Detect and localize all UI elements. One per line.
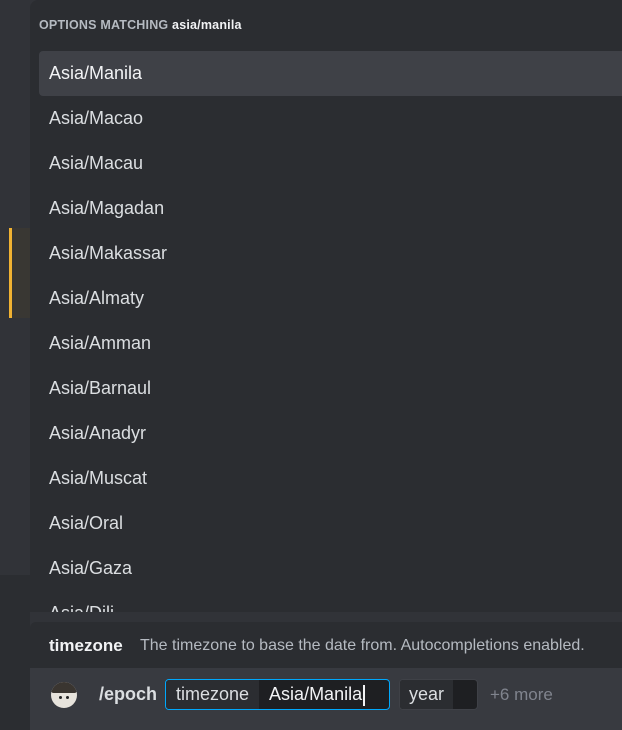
option-item[interactable]: Asia/Macao — [39, 96, 622, 141]
command-input-bar: /epoch timezone Asia/Manila year +6 more — [30, 668, 622, 730]
option-item[interactable]: Asia/Oral — [39, 501, 622, 546]
option-item[interactable]: Asia/Almaty — [39, 276, 622, 321]
bot-avatar — [51, 682, 77, 708]
timezone-param-value[interactable]: Asia/Manila — [259, 680, 389, 709]
popup-header-prefix: OPTIONS MATCHING — [39, 18, 169, 32]
message-highlight — [12, 228, 30, 318]
option-item[interactable]: Asia/Gaza — [39, 546, 622, 591]
popup-header: OPTIONS MATCHING asia/manila — [39, 18, 242, 32]
command-name: /epoch — [99, 684, 158, 704]
background-left-lower — [0, 575, 30, 730]
param-label-year: year — [400, 680, 454, 709]
option-item[interactable]: Asia/Muscat — [39, 456, 622, 501]
option-item[interactable]: Asia/Anadyr — [39, 411, 622, 456]
year-param-field[interactable]: year — [399, 679, 478, 710]
hint-param-name: timezone — [49, 636, 123, 655]
message-highlight-bar — [9, 228, 12, 318]
option-item[interactable]: Asia/Magadan — [39, 186, 622, 231]
option-item[interactable]: Asia/Makassar — [39, 231, 622, 276]
parameter-hint: timezone The timezone to base the date f… — [30, 622, 622, 668]
autocomplete-popup: OPTIONS MATCHING asia/manila Asia/Manila… — [30, 0, 622, 612]
hint-description: The timezone to base the date from. Auto… — [140, 637, 585, 654]
option-item[interactable]: Asia/Dili — [39, 591, 622, 612]
param-label-timezone: timezone — [166, 680, 260, 709]
more-params-label[interactable]: +6 more — [490, 685, 553, 705]
option-list: Asia/Manila Asia/Macao Asia/Macau Asia/M… — [39, 51, 622, 612]
option-item[interactable]: Asia/Manila — [39, 51, 622, 96]
option-item[interactable]: Asia/Barnaul — [39, 366, 622, 411]
option-item[interactable]: Asia/Macau — [39, 141, 622, 186]
popup-header-query: asia/manila — [172, 18, 242, 32]
option-item[interactable]: Asia/Amman — [39, 321, 622, 366]
text-caret — [363, 684, 365, 706]
timezone-param-field[interactable]: timezone Asia/Manila — [165, 679, 390, 710]
